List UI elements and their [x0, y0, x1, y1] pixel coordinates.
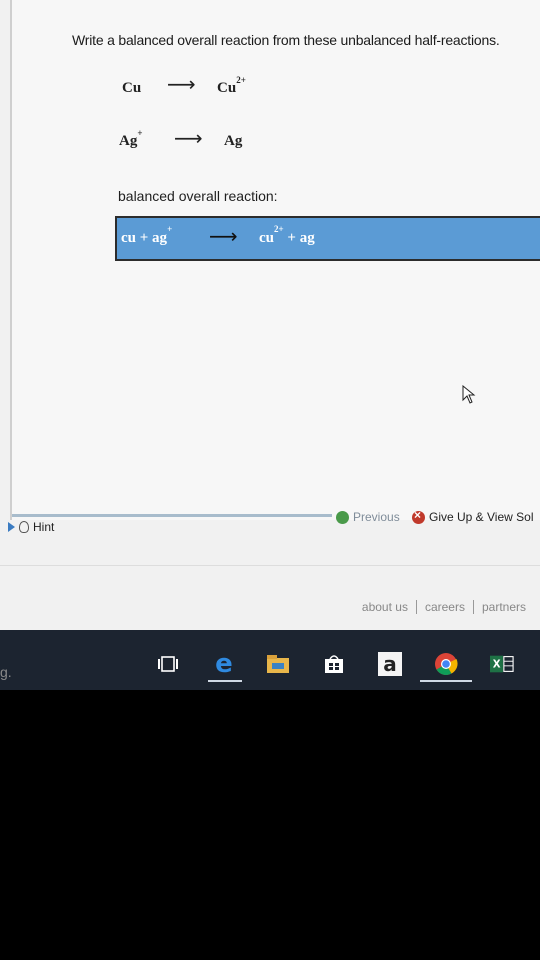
hint-toggle[interactable]: Hint [8, 520, 54, 534]
chrome-icon[interactable] [434, 652, 458, 676]
give-up-label: Give Up & View Sol [429, 510, 534, 524]
expand-triangle-icon [8, 522, 15, 532]
half-reaction-2-product: Ag [224, 133, 243, 149]
give-up-icon [412, 508, 425, 524]
previous-button[interactable]: Previous [336, 510, 400, 524]
question-nav-bar: Hint Previous Give Up & View Sol [0, 508, 540, 540]
footer-link-about[interactable]: about us [354, 600, 416, 614]
edge-active-indicator [208, 680, 242, 682]
half-reaction-1-reactant: Cu [122, 80, 142, 96]
balanced-reaction-label: balanced overall reaction: [118, 188, 278, 204]
footer-links: about us careers partners [354, 600, 534, 614]
previous-label: Previous [353, 510, 400, 524]
svg-text:X: X [493, 660, 501, 671]
footer-rule [0, 565, 540, 566]
hint-label: Hint [33, 520, 55, 534]
answer-right-side: cu2+ + ag [259, 224, 315, 246]
mouse-cursor-icon [462, 385, 476, 404]
chrome-active-indicator [420, 680, 472, 682]
windows-taskbar: g. e a X [0, 630, 540, 690]
lightbulb-icon [19, 521, 29, 533]
nav-divider [12, 514, 332, 517]
footer-link-careers[interactable]: careers [415, 600, 473, 614]
task-view-icon[interactable] [156, 652, 180, 676]
taskbar-search-text: g. [0, 664, 12, 680]
page-footer: about us careers partners [0, 540, 540, 630]
question-text: Write a balanced overall reaction from t… [72, 32, 500, 48]
amazon-icon[interactable]: a [378, 652, 402, 676]
edge-browser-icon[interactable]: e [212, 649, 236, 679]
give-up-button[interactable]: Give Up & View Sol [412, 508, 534, 524]
half-reaction-2-reactant: Ag+ [119, 128, 143, 149]
half-reaction-1-arrow: ⟶ [167, 72, 196, 96]
footer-link-partners[interactable]: partners [472, 600, 534, 614]
excel-icon[interactable]: X [490, 652, 514, 676]
file-explorer-icon[interactable] [266, 652, 290, 676]
answer-arrow: ⟶ [209, 224, 238, 248]
answer-input[interactable]: cu + ag+ ⟶ cu2+ + ag [115, 216, 540, 261]
answer-left-side: cu + ag+ [121, 224, 173, 246]
previous-arrow-icon [336, 510, 349, 524]
half-reaction-1-product: Cu2+ [217, 75, 246, 96]
store-icon[interactable] [322, 652, 346, 676]
browser-screen: Write a balanced overall reaction from t… [0, 0, 540, 690]
half-reaction-2-arrow: ⟶ [174, 126, 203, 150]
